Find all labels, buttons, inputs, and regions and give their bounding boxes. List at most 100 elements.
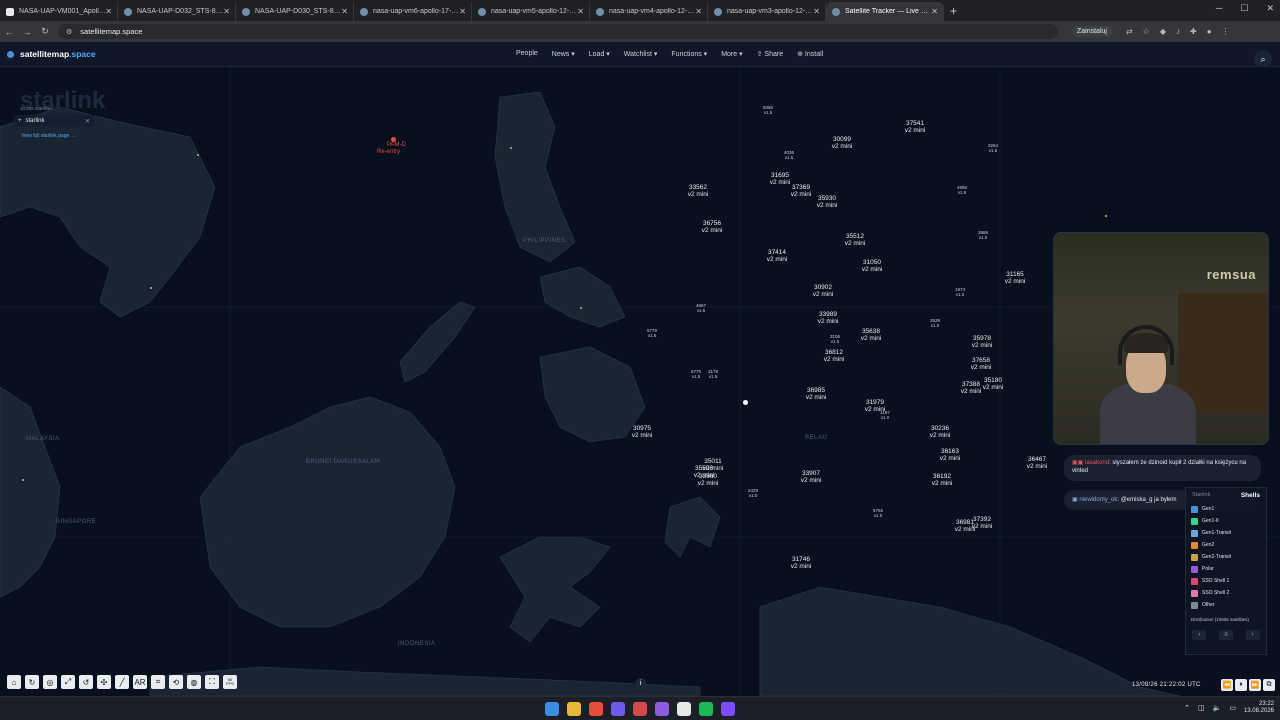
legend-item[interactable]: Gen1 xyxy=(1186,503,1266,515)
satellite-label[interactable]: 30236 v2 mini xyxy=(926,425,954,439)
satellite-label[interactable]: 35638 v2 mini xyxy=(857,328,885,342)
nav-item[interactable]: ⇪ Share xyxy=(757,50,784,58)
satellite-label[interactable]: 36467 v2 mini xyxy=(1023,456,1051,470)
reentry-marker[interactable]: PAM-D Re-entry xyxy=(377,137,406,155)
close-tab-icon[interactable]: ✕ xyxy=(577,7,584,16)
nav-item[interactable]: News ▾ xyxy=(552,50,575,58)
satellite-label[interactable]: 31050 v2 mini xyxy=(858,259,886,273)
bookmark-star-icon[interactable]: ☆ xyxy=(1143,27,1150,36)
file-explorer-icon[interactable] xyxy=(567,702,581,716)
install-app-button[interactable]: Zainstaluj xyxy=(1072,26,1112,37)
nav-item[interactable]: People xyxy=(516,50,538,58)
satellite-label[interactable]: 37541 v2 mini xyxy=(901,120,929,134)
nav-item[interactable]: Watchlist ▾ xyxy=(624,50,658,58)
legend-item[interactable]: Polar xyxy=(1186,563,1266,575)
nav-item[interactable]: Functions ▾ xyxy=(671,50,707,58)
back-icon[interactable]: ← xyxy=(0,27,18,37)
puzzle-icon[interactable]: ✚ xyxy=(1190,27,1197,36)
satellite-label[interactable]: 1973 v1.0 xyxy=(946,287,974,297)
windows-start-icon[interactable] xyxy=(545,702,559,716)
satellite-label[interactable]: 31165 v2 mini xyxy=(1001,271,1029,285)
satellite-label[interactable]: 33560 v2 mini xyxy=(694,473,722,487)
chrome-icon[interactable] xyxy=(589,702,603,716)
satellite-label[interactable]: 30902 v2 mini xyxy=(809,284,837,298)
close-tab-icon[interactable]: ✕ xyxy=(813,7,820,16)
full-page-link[interactable]: View full starlink page → xyxy=(21,133,94,139)
remove-filter-icon[interactable]: ✕ xyxy=(85,118,90,125)
satellite-label[interactable]: 36756 v2 mini xyxy=(698,220,726,234)
satellite-label[interactable]: 5060 v1.5 xyxy=(754,105,782,115)
site-logo[interactable]: satellitemap .space xyxy=(7,49,96,59)
map-tool-button[interactable]: ⤢ xyxy=(61,675,75,689)
browser-tab[interactable]: NASA-UAP-D030_STS-80-Unid...✕ xyxy=(236,2,354,21)
clock[interactable]: 23:22 13.08.2026 xyxy=(1244,701,1274,715)
volume-icon[interactable]: 🔈 xyxy=(1213,704,1222,712)
legend-prev-button[interactable]: ‹ xyxy=(1192,630,1207,640)
menu-icon[interactable]: ⋮ xyxy=(1222,27,1230,36)
satellite-label[interactable]: 2639 v1.0 xyxy=(921,318,949,328)
map-tool-button[interactable]: ◎ xyxy=(43,675,57,689)
network-icon[interactable]: ◫ xyxy=(1198,704,1205,712)
satellite-label[interactable]: 4036 v1.5 xyxy=(775,150,803,160)
close-tab-icon[interactable]: ✕ xyxy=(105,7,112,16)
playback-button[interactable]: ⏩ xyxy=(1249,679,1261,691)
app-b-icon[interactable] xyxy=(633,702,647,716)
map-tool-button[interactable]: AR xyxy=(133,675,147,689)
browser-tab[interactable]: nasa-uap-vm5-apollo-12-1969...✕ xyxy=(472,2,590,21)
satellite-label[interactable]: 36163 v2 mini xyxy=(936,448,964,462)
satellite-label[interactable]: 4667 v1.5 xyxy=(687,303,715,313)
translate-icon[interactable]: ⇄ xyxy=(1126,27,1133,36)
legend-item[interactable]: SSO Shell 2 xyxy=(1186,587,1266,599)
map-tool-button[interactable]: ⟲ xyxy=(169,675,183,689)
satellite-label[interactable]: 3866 v1.5 xyxy=(969,230,997,240)
satellite-label[interactable]: 1187 v1.0 xyxy=(871,410,899,420)
close-tab-icon[interactable]: ✕ xyxy=(223,7,230,16)
site-info-icon[interactable]: ⚙ xyxy=(66,28,72,36)
close-tab-icon[interactable]: ✕ xyxy=(695,7,702,16)
satellite-label[interactable]: 3264 v1.5 xyxy=(979,143,1007,153)
satellite-label[interactable]: 35930 v2 mini xyxy=(813,195,841,209)
tray-chevron-icon[interactable]: ⌃ xyxy=(1184,704,1190,712)
satellite-label[interactable]: 2429 v1.0 xyxy=(739,488,767,498)
playback-button[interactable]: ⏪ xyxy=(1221,679,1233,691)
maximize-icon[interactable]: ☐ xyxy=(1240,3,1248,14)
map-tool-button[interactable]: ⛶ xyxy=(205,675,219,689)
satellite-label[interactable]: 37392 v2 mini xyxy=(968,516,996,530)
browser-tab[interactable]: nasa-uap-vm3-apollo-12-1969...✕ xyxy=(708,2,826,21)
extension-icon[interactable]: ◆ xyxy=(1160,27,1166,36)
browser-tab[interactable]: Satellite Tracker — Live Map of...✕ xyxy=(826,2,944,21)
close-tab-icon[interactable]: ✕ xyxy=(341,7,348,16)
satellite-label[interactable]: 36812 v2 mini xyxy=(820,349,848,363)
satellite-label[interactable]: 33562 v2 mini xyxy=(684,184,712,198)
tab-starlink[interactable]: Starlink xyxy=(1192,492,1210,499)
satellite-label[interactable]: 33907 v2 mini xyxy=(797,470,825,484)
map-tool-button[interactable]: ◍ xyxy=(187,675,201,689)
browser-tab[interactable]: nasa-uap-vm6-apollo-17-1972...✕ xyxy=(354,2,472,21)
satellite-label[interactable]: 35512 v2 mini xyxy=(841,233,869,247)
satellite-label[interactable]: 5779 v1.5 xyxy=(638,328,666,338)
new-tab-button[interactable]: + xyxy=(950,4,957,18)
close-tab-icon[interactable]: ✕ xyxy=(459,7,466,16)
satellite-label[interactable]: 37369 v2 mini xyxy=(787,184,815,198)
satellite-label[interactable]: 33989 v2 mini xyxy=(814,311,842,325)
satellite-label[interactable]: 4690 v1.5 xyxy=(948,185,976,195)
legend-next-button[interactable]: › xyxy=(1245,630,1260,640)
nav-item[interactable]: More ▾ xyxy=(721,50,742,58)
profile-icon[interactable]: ● xyxy=(1207,27,1212,36)
close-tab-icon[interactable]: ✕ xyxy=(931,7,938,16)
legend-list-button[interactable]: ≡ xyxy=(1218,630,1233,640)
map-tool-button[interactable]: ↺ xyxy=(79,675,93,689)
satellite-label[interactable]: 30099 v2 mini xyxy=(828,136,856,150)
map-tool-button[interactable]: ╱ xyxy=(115,675,129,689)
legend-item[interactable]: Gen1-Transit xyxy=(1186,527,1266,539)
search-icon[interactable]: ⌕ xyxy=(1254,50,1272,68)
satellite-label[interactable]: 31746 v2 mini xyxy=(787,556,815,570)
browser-tab[interactable]: nasa-uap-vm4-apollo-12-1969...✕ xyxy=(590,2,708,21)
satellite-label[interactable]: 37658 v2 mini xyxy=(967,357,995,371)
satellite-label[interactable]: 36985 v2 mini xyxy=(802,387,830,401)
satellite-label[interactable]: 37388 v2 mini xyxy=(957,381,985,395)
browser-tab[interactable]: NASA-UAP-D032_STS-80-Unid...✕ xyxy=(118,2,236,21)
tab-shells[interactable]: Shells xyxy=(1241,492,1260,499)
satellite-label[interactable]: 3106 v1.5 xyxy=(821,334,849,344)
satellite-label[interactable]: 30975 v2 mini xyxy=(628,425,656,439)
